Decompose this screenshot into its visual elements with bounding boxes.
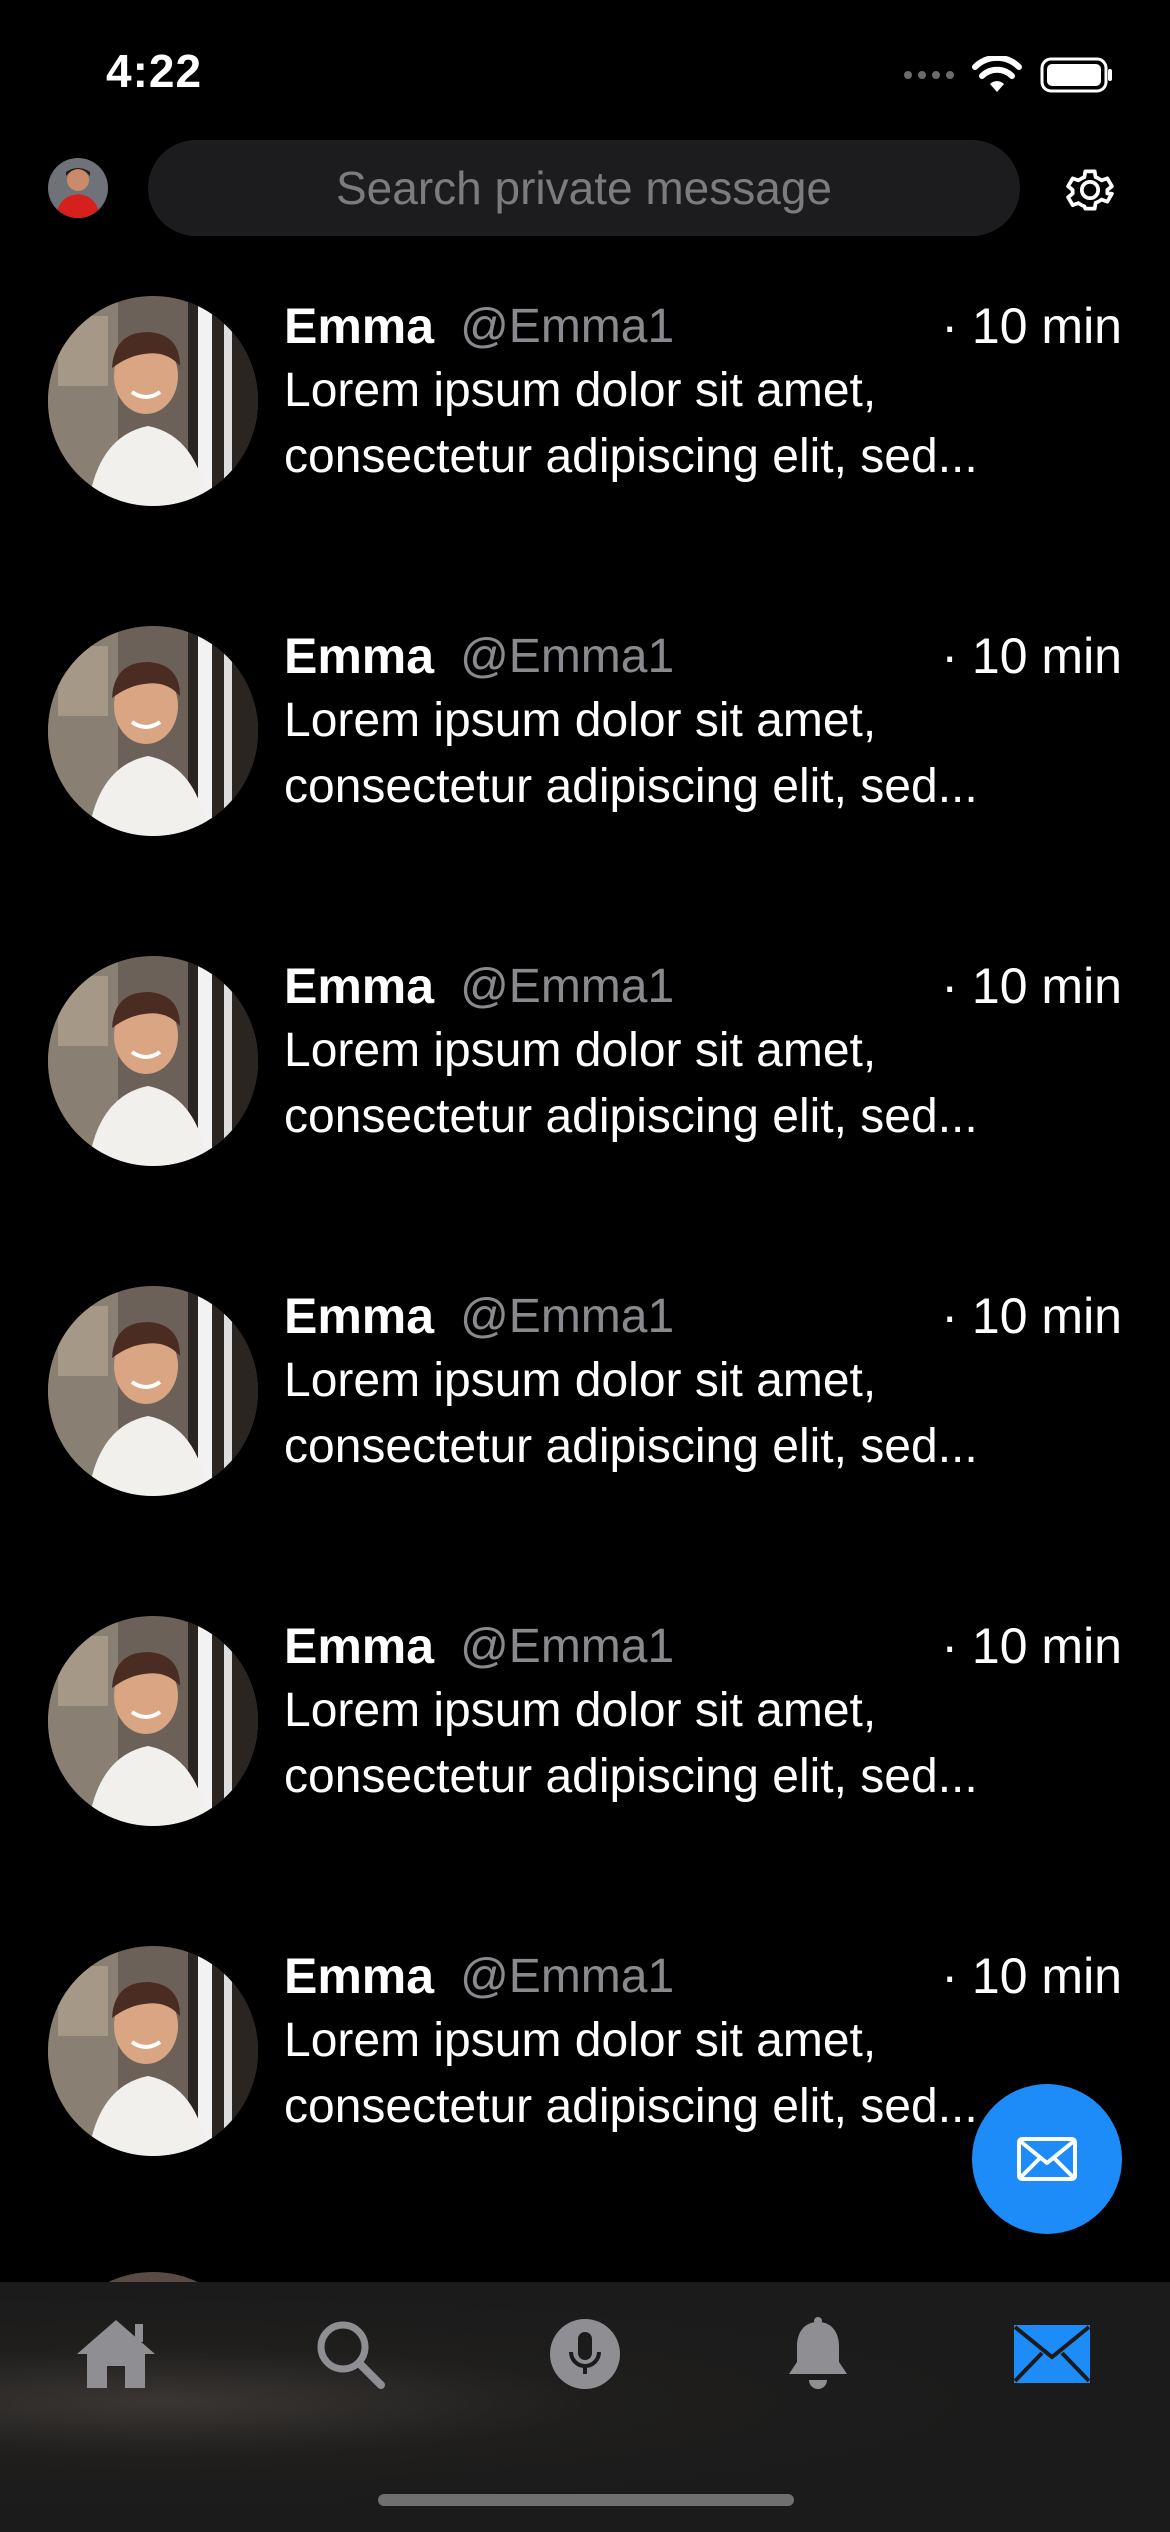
mail-icon [1017,2137,1077,2181]
sender-name: Emma [284,628,435,684]
avatar[interactable] [48,296,258,506]
status-time: 4:22 [106,45,203,97]
message-header: Emma @Emma1 · 10 min [284,626,1122,686]
wifi-icon [972,56,1022,92]
tab-spaces[interactable] [535,2304,635,2404]
avatar[interactable] [48,956,258,1166]
message-header: Emma @Emma1 · 10 min [284,1946,1122,2006]
avatar[interactable] [48,1616,258,1826]
message-time: · 10 min [941,1618,1122,1674]
message-time: · 10 min [941,1948,1122,2004]
message-preview: Lorem ipsum dolor sit amet, consectetur … [284,1024,978,1143]
message-preview: Lorem ipsum dolor sit amet, consectetur … [284,364,978,483]
avatar[interactable] [48,1286,258,1496]
profile-avatar[interactable] [48,158,108,218]
message-header: Emma @Emma1 · 10 min [284,1616,1122,1676]
search-input[interactable] [148,160,1020,216]
message-list: Emma @Emma1 · 10 min Lorem ipsum dolor s… [0,290,1170,2270]
message-time: · 10 min [941,1288,1122,1344]
status-indicators [904,52,1114,98]
settings-button[interactable] [1060,160,1120,220]
microphone-icon [550,2319,620,2389]
message-preview: Lorem ipsum dolor sit amet, consectetur … [284,1684,978,1803]
message-preview: Lorem ipsum dolor sit amet, consectetur … [284,1354,978,1473]
message-time: · 10 min [941,958,1122,1014]
avatar[interactable] [48,1946,258,2156]
message-preview: Lorem ipsum dolor sit amet, consectetur … [284,2014,978,2133]
message-time: · 10 min [941,298,1122,354]
list-item[interactable]: Emma @Emma1 · 10 min Lorem ipsum dolor s… [0,620,1170,950]
search-icon [317,2321,385,2389]
compose-message-button[interactable] [972,2084,1122,2234]
mail-icon [1013,2325,1091,2383]
sender-handle: @Emma1 [460,1289,675,1343]
message-header: Emma @Emma1 · 10 min [284,1286,1122,1346]
search-bar[interactable] [148,140,1020,236]
sender-handle: @Emma1 [460,1949,675,2003]
avatar[interactable] [48,626,258,836]
tab-search[interactable] [300,2304,400,2404]
sender-name: Emma [284,1618,435,1674]
sender-handle: @Emma1 [460,959,675,1013]
tab-home[interactable] [66,2304,166,2404]
sender-handle: @Emma1 [460,629,675,683]
sender-handle: @Emma1 [460,1619,675,1673]
list-item[interactable]: Emma @Emma1 · 10 min Lorem ipsum dolor s… [0,290,1170,620]
sender-name: Emma [284,958,435,1014]
list-item[interactable]: Emma @Emma1 · 10 min Lorem ipsum dolor s… [0,1610,1170,1940]
gear-icon [1066,169,1114,211]
cellular-signal-icon [904,71,954,79]
sender-name: Emma [284,1288,435,1344]
header [0,140,1170,240]
status-bar: 4:22 [0,0,1170,140]
bell-icon [789,2317,847,2389]
sender-name: Emma [284,1948,435,2004]
sender-name: Emma [284,298,435,354]
message-preview: Lorem ipsum dolor sit amet, consectetur … [284,694,978,813]
sender-handle: @Emma1 [460,299,675,353]
battery-icon [1040,57,1112,93]
list-item[interactable]: Emma @Emma1 · 10 min Lorem ipsum dolor s… [0,1280,1170,1610]
home-indicator [378,2494,794,2506]
tab-notifications[interactable] [768,2304,868,2404]
message-header: Emma @Emma1 · 10 min [284,296,1122,356]
tab-messages[interactable] [1002,2304,1102,2404]
message-header: Emma @Emma1 · 10 min [284,956,1122,1016]
home-icon [77,2320,155,2388]
list-item[interactable]: Emma @Emma1 · 10 min Lorem ipsum dolor s… [0,950,1170,1280]
message-time: · 10 min [941,628,1122,684]
